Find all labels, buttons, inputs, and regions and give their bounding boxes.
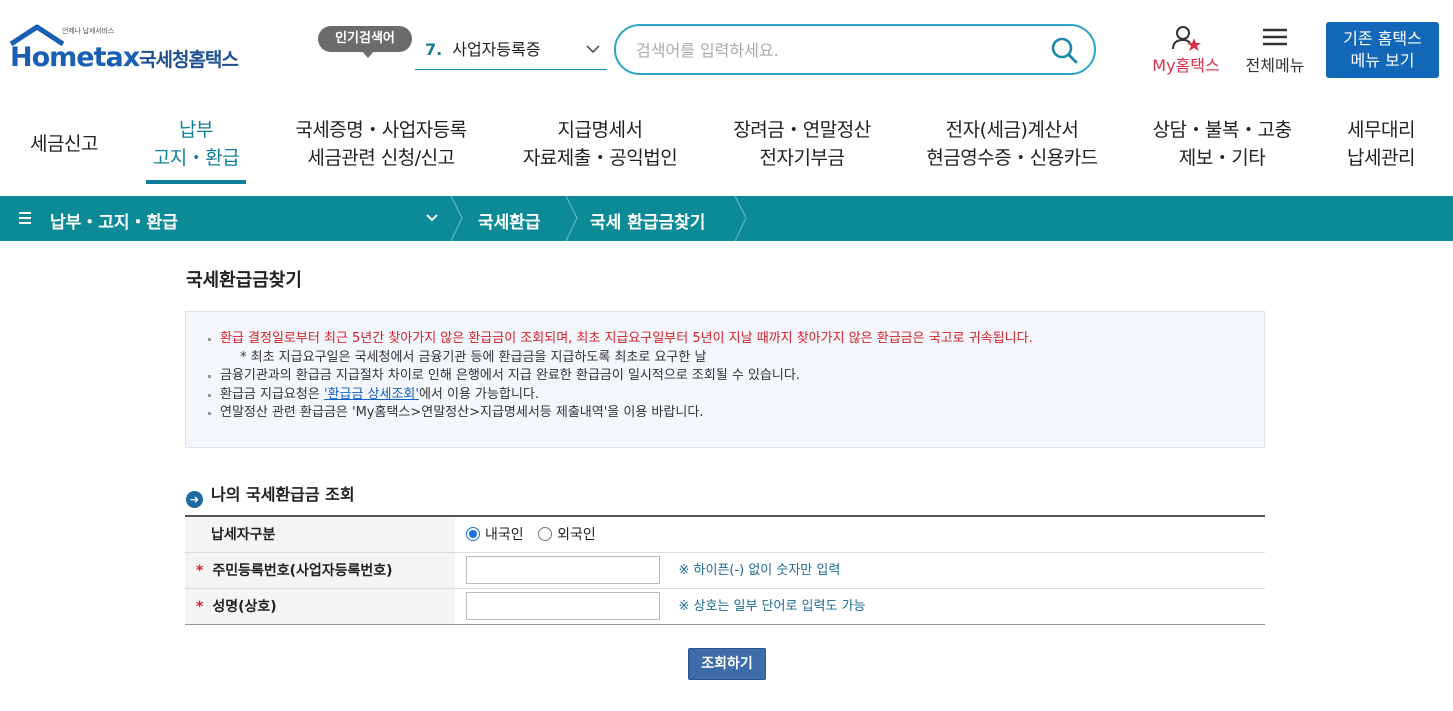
required-mark: * (196, 599, 204, 615)
nav-label: 국세증명・사업자등록 (295, 119, 467, 141)
breadcrumb: 납부・고지・환급 국세환급 국세 환급금찾기 (0, 196, 1453, 241)
section-title-text: 나의 국세환급금 조회 (211, 485, 355, 504)
notice-box: 환급 결정일로부터 최근 5년간 찾아가지 않은 환급금이 조회되며, 최초 지… (185, 311, 1265, 448)
required-mark: * (196, 563, 204, 579)
nav-label: 납세관리 (1347, 147, 1415, 169)
popular-rank: 7. (425, 40, 443, 59)
query-button[interactable]: 조회하기 (688, 648, 766, 680)
notice-item: 금융기관과의 환급금 지급절차 차이로 인해 은행에서 지급 완료한 환급금이 … (206, 367, 1264, 386)
logo-korean-text: 국세청홈택스 (139, 49, 239, 71)
nav-label: 현금영수증・신용카드 (926, 147, 1098, 169)
notice-item: 연말정산 관련 환급금은 'My홈택스>연말정산>지급명세서등 제출내역'을 이… (206, 404, 1264, 423)
nav-item-certificates[interactable]: 국세증명・사업자등록 세금관련 신청/신고 (290, 116, 472, 172)
nav-item-payment-statements[interactable]: 지급명세서 자료제출・공익법인 (516, 116, 684, 172)
radio-foreign[interactable] (538, 527, 553, 542)
my-hometax-link[interactable]: My홈택스 (1146, 24, 1226, 76)
notice-item: 환급 결정일로부터 최근 5년간 찾아가지 않은 환급금이 조회되며, 최초 지… (206, 330, 1264, 349)
search-icon[interactable] (1050, 36, 1078, 64)
id-number-hint: ※ 하이픈(-) 없이 숫자만 입력 (678, 563, 841, 578)
id-number-label: 주민등록번호(사업자등록번호) (212, 563, 393, 579)
name-input[interactable] (466, 592, 660, 620)
name-hint: ※ 상호는 일부 단어로 입력도 가능 (678, 599, 866, 614)
breadcrumb-separator-icon (734, 196, 747, 241)
chevron-down-icon[interactable] (425, 208, 439, 232)
my-hometax-label: My홈택스 (1152, 56, 1220, 75)
legacy-line1: 기존 홈택스 (1343, 29, 1422, 48)
chevron-down-icon (585, 30, 601, 86)
page-title: 국세환급금찾기 (186, 270, 302, 291)
popular-search-badge: 인기검색어 (318, 26, 412, 58)
form-row-name: * 성명(상호) ※ 상호는 일부 단어로 입력도 가능 (185, 588, 1265, 625)
nav-label: 전자기부금 (759, 147, 845, 169)
radio-foreign-label[interactable]: 외국인 (557, 527, 596, 543)
section-title: ➜ 나의 국세환급금 조회 (186, 481, 355, 508)
breadcrumb-level1[interactable]: 납부・고지・환급 (50, 208, 178, 233)
top-header: 언제나 납세서비스 Hometax 국세청홈택스 인기검색어 7. 사업자등록증 … (0, 0, 1453, 96)
nav-label: 지급명세서 (557, 119, 643, 141)
form-row-taxpayer-type: 납세자구분 내국인 외국인 (185, 516, 1265, 553)
id-number-input[interactable] (466, 556, 660, 584)
logo-tagline: 언제나 납세서비스 (62, 27, 114, 35)
nav-label: 자료제출・공익법인 (522, 147, 678, 169)
nav-label: 세금관련 신청/신고 (307, 147, 455, 169)
nav-label: 상담・불복・고충 (1152, 119, 1292, 141)
nav-label: 고지・환급 (152, 147, 240, 169)
menu-icon[interactable] (19, 210, 31, 229)
nav-label: 전자(세금)계산서 (945, 119, 1079, 141)
nav-item-incentives[interactable]: 장려금・연말정산 전자기부금 (728, 116, 876, 172)
notice-text: 환급금 지급요청은 (220, 386, 324, 402)
notice-item: 환급금 지급요청은 '환급금 상세조회'에서 이용 가능합니다. (206, 386, 1264, 405)
breadcrumb-separator-icon (565, 196, 578, 241)
notice-text: 에서 이용 가능합니다. (418, 386, 539, 402)
active-nav-underline (146, 180, 246, 184)
nav-item-tax-filing[interactable]: 세금신고 (30, 130, 98, 158)
refund-detail-link[interactable]: '환급금 상세조회' (324, 387, 419, 402)
nav-label: 제보・기타 (1178, 147, 1266, 169)
nav-item-payment[interactable]: 납부 고지・환급 (146, 116, 246, 172)
hometax-logo[interactable]: 언제나 납세서비스 Hometax 국세청홈택스 (6, 22, 256, 82)
user-star-icon (1172, 26, 1201, 51)
form-row-id: * 주민등록번호(사업자등록번호) ※ 하이픈(-) 없이 숫자만 입력 (185, 552, 1265, 589)
notice-subitem: * 최초 지급요구일은 국세청에서 금융기관 등에 환급금을 지급하도록 최초로… (240, 349, 707, 365)
popular-term: 사업자등록증 (452, 40, 541, 59)
breadcrumb-separator-icon (450, 196, 463, 241)
hamburger-icon (1263, 28, 1287, 46)
nav-item-e-invoice[interactable]: 전자(세금)계산서 현금영수증・신용카드 (920, 116, 1104, 172)
search-input[interactable] (636, 37, 1036, 63)
search-box (614, 24, 1096, 75)
radio-domestic[interactable] (466, 527, 480, 542)
main-nav: 세금신고 납부 고지・환급 국세증명・사업자등록 세금관련 신청/신고 지급명세… (0, 96, 1453, 196)
nav-label: 납부 (179, 119, 213, 141)
nav-item-consulting[interactable]: 상담・불복・고충 제보・기타 (1146, 116, 1298, 172)
popular-search-select[interactable]: 7. 사업자등록증 (415, 30, 607, 70)
nav-label: 세무대리 (1347, 119, 1415, 141)
breadcrumb-level3[interactable]: 국세 환급금찾기 (590, 208, 705, 233)
radio-domestic-label[interactable]: 내국인 (485, 527, 524, 543)
nav-label: 세금신고 (30, 133, 98, 155)
logo-brand-text: Hometax (10, 42, 140, 73)
nav-label: 장려금・연말정산 (733, 119, 871, 141)
arrow-right-circle-icon: ➜ (186, 491, 203, 508)
all-menu-button[interactable]: 전체메뉴 (1240, 24, 1310, 76)
all-menu-label: 전체메뉴 (1245, 56, 1305, 75)
nav-item-tax-agent[interactable]: 세무대리 납세관리 (1340, 116, 1422, 172)
taxpayer-type-label: 납세자구분 (185, 516, 455, 553)
refund-search-form: 납세자구분 내국인 외국인 * 주민등록번호(사업자등록번호) ※ 하이픈(-) … (185, 515, 1265, 625)
legacy-line2: 메뉴 보기 (1350, 51, 1415, 70)
legacy-hometax-button[interactable]: 기존 홈택스 메뉴 보기 (1326, 22, 1439, 78)
name-label: 성명(상호) (212, 599, 277, 615)
breadcrumb-level2[interactable]: 국세환급 (478, 208, 541, 233)
